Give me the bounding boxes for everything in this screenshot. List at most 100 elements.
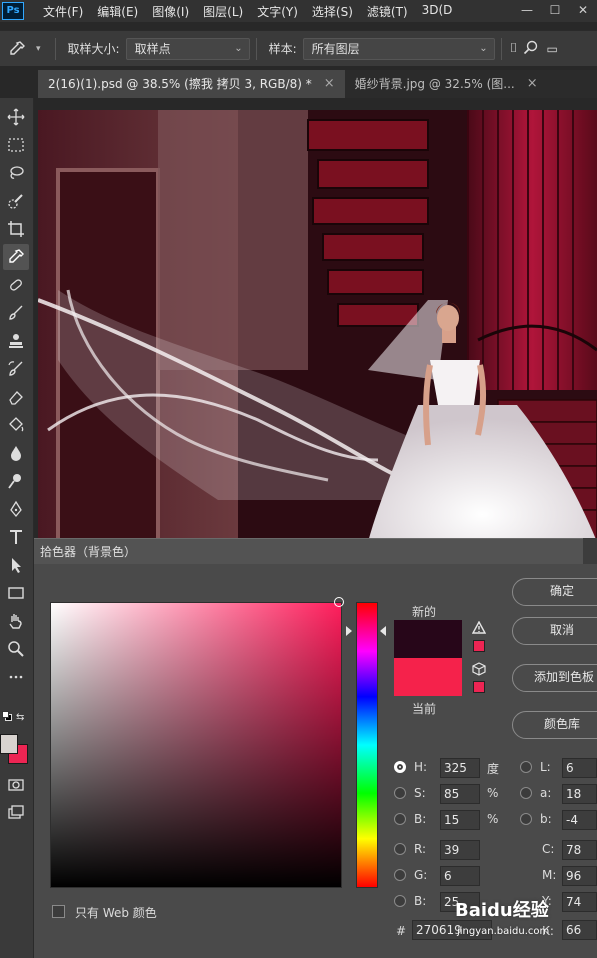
web-colors-checkbox[interactable] <box>52 905 65 918</box>
default-colors-icon[interactable] <box>2 711 12 721</box>
brush-tool[interactable] <box>3 300 29 326</box>
swap-colors-icon[interactable]: ⇆ <box>16 712 24 723</box>
screen-mode-tool[interactable] <box>3 800 29 826</box>
a-radio[interactable] <box>520 787 532 799</box>
eraser-icon <box>9 391 23 405</box>
lab-b-radio[interactable] <box>520 813 532 825</box>
type-tool[interactable] <box>3 524 29 550</box>
eyedropper-tool[interactable] <box>3 244 29 270</box>
ok-button[interactable]: 确定 <box>512 578 597 606</box>
brush-icon <box>9 305 23 320</box>
saturation-brightness-field[interactable] <box>50 602 342 888</box>
g-radio[interactable] <box>394 869 406 881</box>
red-input[interactable]: 39 <box>440 840 480 860</box>
more-tools[interactable] <box>3 664 29 690</box>
tool-preset-chevron-icon[interactable]: ▾ <box>36 44 41 54</box>
lasso-tool[interactable] <box>3 160 29 186</box>
minimize-button[interactable]: — <box>513 0 541 22</box>
lightness-input[interactable]: 6 <box>562 758 597 778</box>
quick-select-tool[interactable] <box>3 188 29 214</box>
eyedropper-tool-icon[interactable] <box>8 40 36 58</box>
close-tab-icon[interactable]: × <box>324 70 335 98</box>
green-input[interactable]: 6 <box>440 866 480 886</box>
color-picker-title-bar[interactable]: 拾色器（背景色） <box>34 538 597 564</box>
a-label: a: <box>540 786 552 800</box>
marquee-tool[interactable] <box>3 132 29 158</box>
color-libraries-button[interactable]: 颜色库 <box>512 711 597 739</box>
cancel-button[interactable]: 取消 <box>512 617 597 645</box>
tab-wedding-background[interactable]: 婚纱背景.jpg @ 32.5% (图... × <box>345 70 548 98</box>
menu-edit[interactable]: 编辑(E) <box>90 3 145 20</box>
blur-tool[interactable] <box>3 440 29 466</box>
out-of-gamut-warning-icon[interactable] <box>471 620 487 637</box>
tab-psd-document[interactable]: 2(16)(1).psd @ 38.5% (擦我 拷贝 3, RGB/8) * … <box>38 70 345 98</box>
black-input[interactable]: 66 <box>562 920 597 940</box>
move-tool[interactable] <box>3 104 29 130</box>
workspace-icon[interactable]: ▭ <box>546 42 557 56</box>
document-canvas[interactable] <box>38 110 597 542</box>
stamp-tool[interactable] <box>3 328 29 354</box>
hex-label: # <box>396 924 407 938</box>
sampling-ring-icon[interactable]: ⌷ <box>510 41 518 56</box>
color-field-cursor[interactable] <box>334 597 344 607</box>
sample-size-dropdown[interactable]: 取样点 ⌄ <box>125 37 250 60</box>
gamut-color-swatch[interactable] <box>473 640 485 652</box>
options-bar: ▾ 取样大小: 取样点 ⌄ 样本: 所有图层 ⌄ ⌷ ▭ <box>0 30 597 66</box>
blue-label: B: <box>414 894 427 908</box>
search-icon[interactable] <box>523 40 538 58</box>
hue-slider[interactable] <box>356 602 378 888</box>
bucket-tool[interactable] <box>3 412 29 438</box>
degree-unit: 度 <box>487 762 500 776</box>
menu-file[interactable]: 文件(F) <box>36 3 90 20</box>
close-tab-icon[interactable]: × <box>527 70 538 98</box>
l-radio[interactable] <box>520 761 532 773</box>
lab-b-input[interactable]: -4 <box>562 810 597 830</box>
hue-slider-left-arrow-icon[interactable] <box>346 626 352 636</box>
healing-tool[interactable] <box>3 272 29 298</box>
cyan-input[interactable]: 78 <box>562 840 597 860</box>
menu-filter[interactable]: 滤镜(T) <box>360 3 415 20</box>
yellow-input[interactable]: 74 <box>562 892 597 912</box>
magenta-input[interactable]: 96 <box>562 866 597 886</box>
menu-layer[interactable]: 图层(L) <box>196 3 250 20</box>
r-radio[interactable] <box>394 843 406 855</box>
foreground-color-swatch[interactable] <box>0 734 18 754</box>
b-radio[interactable] <box>394 813 406 825</box>
pen-tool[interactable] <box>3 496 29 522</box>
sample-dropdown[interactable]: 所有图层 ⌄ <box>302 37 495 60</box>
s-radio[interactable] <box>394 787 406 799</box>
menu-type[interactable]: 文字(Y) <box>250 3 305 20</box>
dialog-close-button[interactable] <box>583 538 597 564</box>
a-input[interactable]: 18 <box>562 784 597 804</box>
dodge-tool[interactable] <box>3 468 29 494</box>
rectangle-tool[interactable] <box>3 580 29 606</box>
hue-slider-right-arrow-icon[interactable] <box>380 626 386 636</box>
move-icon <box>7 108 25 126</box>
menu-3d[interactable]: 3D(D <box>415 3 460 20</box>
saturation-input[interactable]: 85 <box>440 784 480 804</box>
web-safe-color-swatch[interactable] <box>473 681 485 693</box>
quick-mask-tool[interactable] <box>3 772 29 798</box>
chevron-down-icon: ⌄ <box>479 42 488 54</box>
crop-tool[interactable] <box>3 216 29 242</box>
eraser-tool[interactable] <box>3 384 29 410</box>
h-radio[interactable] <box>394 761 406 773</box>
hue-input[interactable]: 325 <box>440 758 480 778</box>
path-select-tool[interactable] <box>3 552 29 578</box>
separator <box>255 37 257 60</box>
current-color-swatch[interactable] <box>394 658 462 696</box>
history-brush-tool[interactable] <box>3 356 29 382</box>
web-safe-cube-icon[interactable] <box>472 662 486 679</box>
baidu-watermark: Baidu经验 jingyan.baidu.com <box>455 896 567 946</box>
close-window-button[interactable]: ✕ <box>569 0 597 22</box>
brightness-input[interactable]: 15 <box>440 810 480 830</box>
maximize-button[interactable]: ☐ <box>541 0 569 22</box>
add-to-swatches-button[interactable]: 添加到色板 <box>512 664 597 692</box>
blue-radio[interactable] <box>394 895 406 907</box>
hand-tool[interactable] <box>3 608 29 634</box>
zoom-tool[interactable] <box>3 636 29 662</box>
eyedropper-icon <box>9 249 24 263</box>
menu-image[interactable]: 图像(I) <box>145 3 196 20</box>
menu-select[interactable]: 选择(S) <box>305 3 360 20</box>
window-controls: — ☐ ✕ <box>513 0 597 22</box>
